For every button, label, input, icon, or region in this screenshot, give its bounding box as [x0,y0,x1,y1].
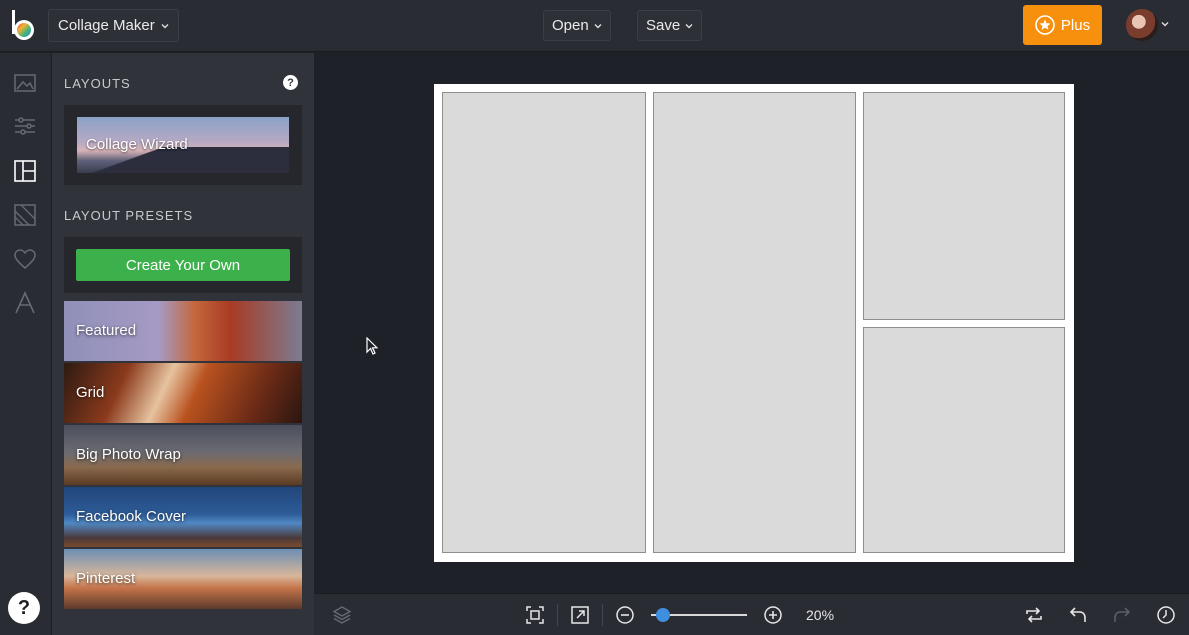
plus-upgrade-button[interactable]: Plus [1023,5,1102,45]
preset-label: Facebook Cover [76,508,187,525]
adjustments-icon[interactable] [13,114,37,138]
open-label: Open [552,17,589,34]
fit-to-screen-icon[interactable] [525,605,545,625]
befunky-logo-icon[interactable] [10,10,38,42]
preset-pinterest[interactable]: Pinterest [64,549,302,609]
app-mode-dropdown[interactable]: Collage Maker [48,9,179,42]
plus-label: Plus [1060,16,1091,34]
collage-wizard-label: Collage Wizard [86,136,188,153]
preset-big-photo-wrap[interactable]: Big Photo Wrap [64,425,302,485]
save-label: Save [646,17,681,34]
preset-label: Pinterest [76,570,136,587]
layers-icon[interactable] [332,605,352,625]
preset-label: Grid [76,384,105,401]
chevron-down-icon [594,23,602,28]
preset-label: Big Photo Wrap [76,446,181,463]
image-icon[interactable] [13,71,37,95]
tool-rail [0,53,52,635]
chevron-down-icon [685,23,693,28]
collage-wizard-button[interactable]: Collage Wizard [77,117,289,173]
collage-cell[interactable] [442,92,646,553]
layout-presets-title: LAYOUT PRESETS [64,208,194,223]
mouse-cursor-icon [366,337,378,355]
collage-canvas[interactable] [434,84,1074,562]
redo-icon[interactable] [1112,605,1132,625]
divider [557,604,558,626]
divider [602,604,603,626]
top-bar: Collage Maker Open Save Plus [0,0,1189,52]
collage-cell[interactable] [863,92,1065,320]
undo-icon[interactable] [1068,605,1088,625]
collage-wizard-card: Collage Wizard [64,105,302,185]
help-button[interactable]: ? [8,592,40,624]
collage-cell[interactable] [653,92,856,553]
preset-featured[interactable]: Featured [64,301,302,361]
layouts-title: LAYOUTS [64,76,131,91]
preset-label: Featured [76,322,137,339]
heart-icon[interactable] [13,247,37,271]
create-your-own-button[interactable]: Create Your Own [76,249,290,281]
text-icon[interactable] [13,291,37,315]
layouts-icon[interactable] [13,159,37,183]
app-mode-label: Collage Maker [58,17,155,34]
layouts-panel: LAYOUTS ? Collage Wizard LAYOUT PRESETS … [52,53,314,635]
preset-grid[interactable]: Grid [64,363,302,423]
avatar[interactable] [1126,9,1158,41]
layouts-help-icon[interactable]: ? [283,75,298,90]
create-own-card: Create Your Own [64,237,302,293]
collage-cell[interactable] [863,327,1065,553]
open-button[interactable]: Open [543,10,611,41]
actual-size-icon[interactable] [570,605,590,625]
save-button[interactable]: Save [637,10,703,41]
history-icon[interactable] [1156,605,1176,625]
zoom-level: 20% [806,607,835,623]
star-badge-icon [1035,15,1055,35]
zoom-in-icon[interactable] [763,605,783,625]
preset-facebook-cover[interactable]: Facebook Cover [64,487,302,547]
repeat-icon[interactable] [1024,605,1044,625]
texture-icon[interactable] [13,203,37,227]
zoom-slider-handle[interactable] [655,608,670,622]
chevron-down-icon [161,23,169,28]
zoom-out-icon[interactable] [615,605,635,625]
bottom-toolbar [314,593,1189,635]
chevron-down-icon[interactable] [1161,20,1169,28]
